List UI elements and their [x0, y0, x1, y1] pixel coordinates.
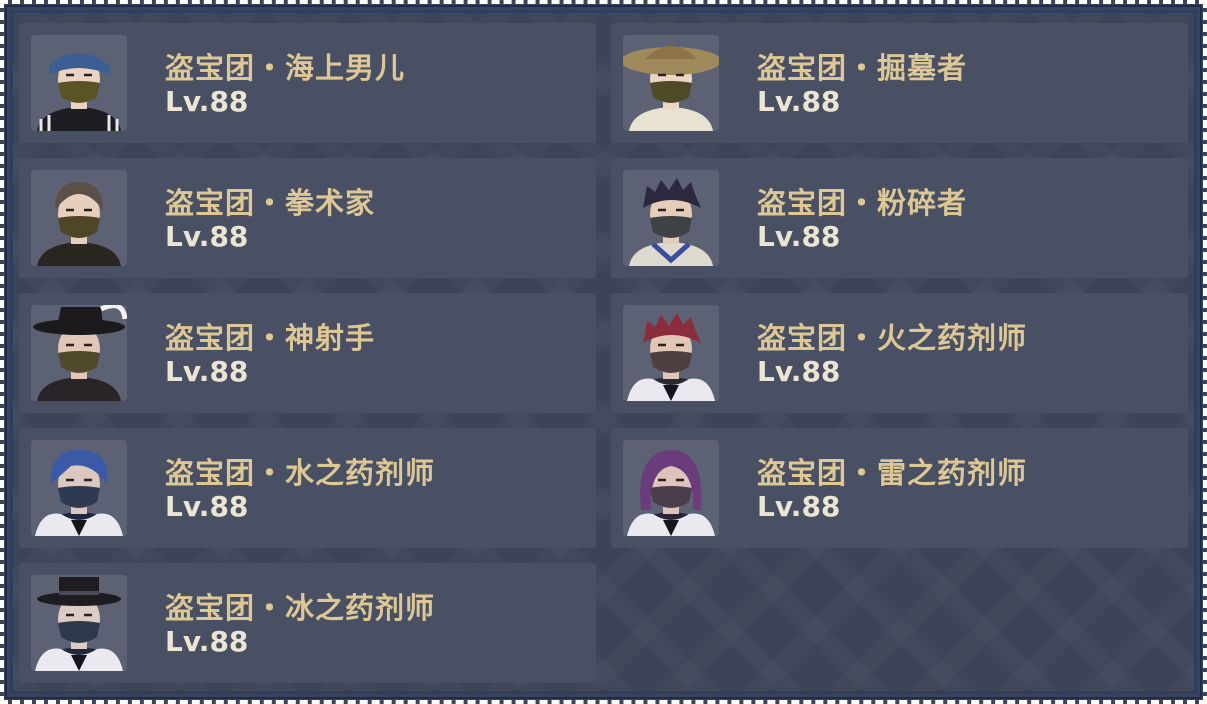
- enemy-card[interactable]: 盗宝团・拳术家 Lv.88: [19, 158, 596, 278]
- enemy-grid: 盗宝团・海上男儿 Lv.88 盗宝团・掘墓者 Lv.88 盗宝团・拳术家 Lv.…: [19, 23, 1188, 683]
- enemy-card[interactable]: 盗宝团・冰之药剂师 Lv.88: [19, 563, 596, 683]
- enemy-card[interactable]: 盗宝团・海上男儿 Lv.88: [19, 23, 596, 143]
- enemy-name: 盗宝团・海上男儿: [165, 51, 406, 85]
- enemy-level: Lv.88: [165, 220, 249, 253]
- enemy-level: Lv.88: [165, 355, 249, 388]
- crusher-portrait-icon: [623, 170, 719, 266]
- enemy-name: 盗宝团・冰之药剂师: [165, 591, 436, 625]
- enemy-card[interactable]: 盗宝团・掘墓者 Lv.88: [611, 23, 1188, 143]
- grave-robber-portrait-icon: [623, 35, 719, 131]
- enemy-level: Lv.88: [165, 85, 249, 118]
- enemy-card[interactable]: 盗宝团・神射手 Lv.88: [19, 293, 596, 413]
- handyman-portrait-icon: [31, 170, 127, 266]
- enemy-name: 盗宝团・拳术家: [165, 186, 376, 220]
- electro-potioneer-portrait-icon: [623, 440, 719, 536]
- enemy-card[interactable]: 盗宝团・雷之药剂师 Lv.88: [611, 428, 1188, 548]
- enemy-name: 盗宝团・掘墓者: [757, 51, 968, 85]
- enemy-card[interactable]: 盗宝团・火之药剂师 Lv.88: [611, 293, 1188, 413]
- enemy-level: Lv.88: [165, 490, 249, 523]
- enemy-name: 盗宝团・神射手: [165, 321, 376, 355]
- hydro-potioneer-portrait-icon: [31, 440, 127, 536]
- enemy-level: Lv.88: [165, 625, 249, 658]
- enemy-level: Lv.88: [757, 85, 841, 118]
- enemy-card[interactable]: 盗宝团・粉碎者 Lv.88: [611, 158, 1188, 278]
- enemy-name: 盗宝团・水之药剂师: [165, 456, 436, 490]
- pyro-potioneer-portrait-icon: [623, 305, 719, 401]
- marksman-portrait-icon: [31, 305, 127, 401]
- enemy-card[interactable]: 盗宝团・水之药剂师 Lv.88: [19, 428, 596, 548]
- cryo-potioneer-portrait-icon: [31, 575, 127, 671]
- enemy-name: 盗宝团・火之药剂师: [757, 321, 1028, 355]
- enemy-name: 盗宝团・粉碎者: [757, 186, 968, 220]
- enemy-level: Lv.88: [757, 490, 841, 523]
- enemy-level: Lv.88: [757, 220, 841, 253]
- roster-frame: 盗宝团・海上男儿 Lv.88 盗宝团・掘墓者 Lv.88 盗宝团・拳术家 Lv.…: [0, 0, 1207, 704]
- enemy-name: 盗宝团・雷之药剂师: [757, 456, 1028, 490]
- enemy-level: Lv.88: [757, 355, 841, 388]
- sailor-hooligan-portrait-icon: [31, 35, 127, 131]
